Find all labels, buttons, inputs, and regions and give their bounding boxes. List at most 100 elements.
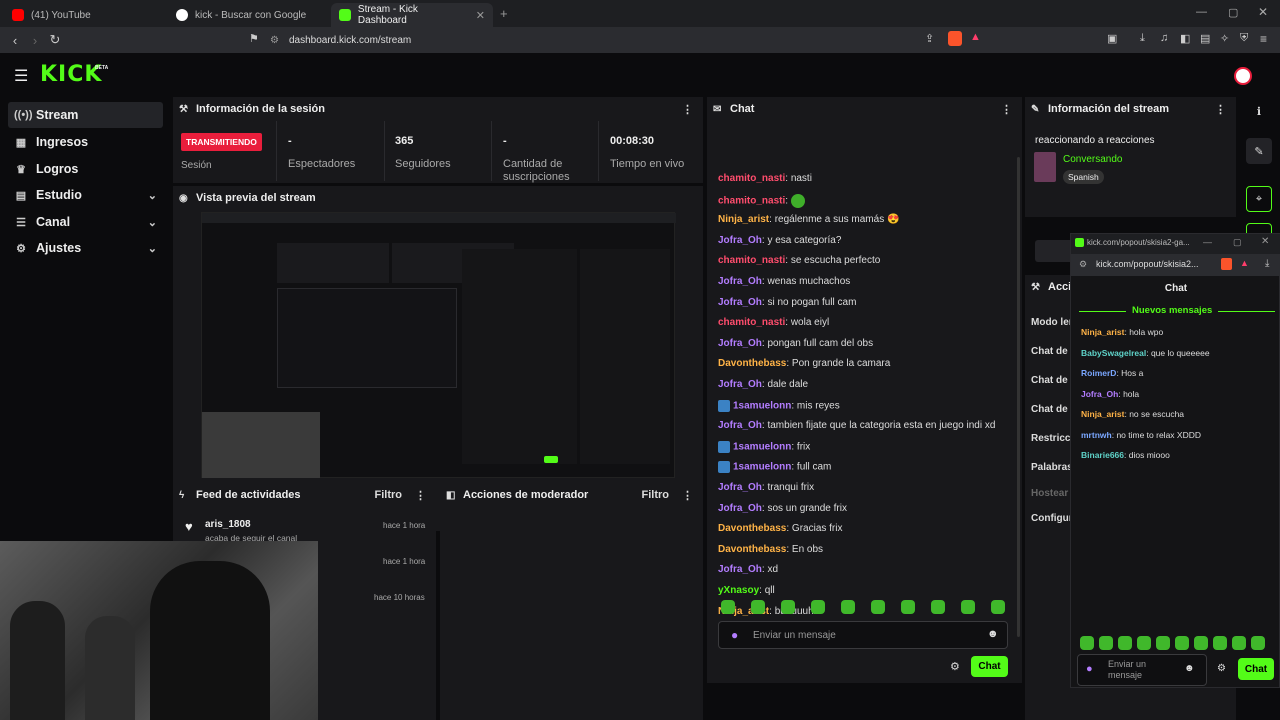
emote-icon[interactable]: [1118, 636, 1132, 650]
chat-username[interactable]: yXnasoy: [718, 585, 759, 596]
site-info-icon[interactable]: ⚙: [270, 35, 279, 46]
chat-send-button[interactable]: Chat: [971, 656, 1008, 677]
chat-username[interactable]: Jofra_Oh: [718, 420, 762, 431]
emote-icon[interactable]: [721, 600, 735, 614]
feed-user[interactable]: aris_1808: [205, 519, 251, 530]
emote-icon[interactable]: [1137, 636, 1151, 650]
chat-username[interactable]: chamito_nasti: [718, 317, 785, 328]
more-options-icon[interactable]: ⋮: [682, 489, 693, 502]
more-options-icon[interactable]: ⋮: [682, 103, 693, 116]
popout-chat-input[interactable]: ● Enviar un mensaje ☻: [1077, 654, 1207, 686]
chat-username[interactable]: Davonthebass: [718, 523, 786, 534]
download-icon[interactable]: ⤓: [1140, 32, 1145, 45]
category-name[interactable]: Conversando: [1063, 154, 1122, 165]
emote-icon[interactable]: [1213, 636, 1227, 650]
stream-info-button[interactable]: [1035, 240, 1075, 262]
screenshot-icon[interactable]: ▣: [1107, 32, 1117, 45]
chat-username[interactable]: Ninja_arist: [718, 214, 769, 225]
emote-icon[interactable]: [1232, 636, 1246, 650]
url-field[interactable]: ⚙ dashboard.kick.com/stream: [270, 30, 990, 50]
reload-icon[interactable]: ↻: [45, 32, 65, 48]
chat-username[interactable]: Jofra_Oh: [718, 235, 762, 246]
brave-shield-icon[interactable]: [948, 31, 962, 46]
emote-icon[interactable]: [901, 600, 915, 614]
filter-button[interactable]: Filtro: [642, 489, 670, 501]
emote-icon[interactable]: [931, 600, 945, 614]
more-options-icon[interactable]: ⋮: [1001, 103, 1012, 116]
maximize-icon[interactable]: ▢: [1228, 6, 1238, 19]
emote-icon[interactable]: [841, 600, 855, 614]
chat-scrollbar[interactable]: [1017, 157, 1020, 637]
site-info-icon[interactable]: ⚙: [1079, 259, 1087, 270]
microphone-icon[interactable]: ●: [731, 628, 738, 642]
rewards-icon[interactable]: ▲: [970, 31, 981, 43]
emote-icon[interactable]: [1080, 636, 1094, 650]
bookmark-icon[interactable]: ⚑: [249, 32, 259, 45]
action-item[interactable]: Modo len: [1031, 317, 1075, 328]
edit-icon[interactable]: ✎: [1246, 138, 1272, 164]
vpn-icon[interactable]: ⛨: [1240, 32, 1248, 45]
chat-username[interactable]: chamito_nasti: [718, 255, 785, 266]
chat-username[interactable]: Jofra_Oh: [1081, 389, 1118, 399]
chat-username[interactable]: Jofra_Oh: [718, 564, 762, 575]
emote-icon[interactable]: [1251, 636, 1265, 650]
chat-username[interactable]: Jofra_Oh: [718, 276, 762, 287]
microphone-icon[interactable]: ●: [1086, 663, 1093, 675]
chat-username[interactable]: mrtnwh: [1081, 430, 1112, 440]
emoji-icon[interactable]: ☻: [1184, 663, 1195, 674]
tab-kick-dashboard[interactable]: Stream - Kick Dashboard ✕: [331, 3, 493, 27]
kick-logo[interactable]: KICK: [40, 62, 102, 87]
minimize-icon[interactable]: —: [1203, 237, 1212, 247]
chat-username[interactable]: Davonthebass: [718, 358, 786, 369]
chat-username[interactable]: Ninja_arist: [1081, 409, 1124, 419]
hamburger-menu-icon[interactable]: ☰: [14, 66, 28, 86]
menu-icon[interactable]: ≡: [1260, 32, 1267, 46]
brave-shield-icon[interactable]: [1221, 258, 1232, 270]
chat-username[interactable]: Ninja_arist: [1081, 327, 1124, 337]
wallet-icon[interactable]: ▤: [1200, 32, 1210, 45]
chat-username[interactable]: Jofra_Oh: [718, 482, 762, 493]
chat-username[interactable]: Jofra_Oh: [718, 379, 762, 390]
chat-username[interactable]: RoimerD: [1081, 368, 1116, 378]
minimize-icon[interactable]: —: [1196, 6, 1207, 18]
chat-settings-icon[interactable]: ⚙: [1217, 663, 1226, 674]
chat-username[interactable]: 1samuelonn: [733, 441, 791, 452]
emote-icon[interactable]: [811, 600, 825, 614]
action-item[interactable]: Configur: [1031, 513, 1073, 524]
close-window-icon[interactable]: ✕: [1258, 5, 1268, 19]
capture-icon[interactable]: ⌖: [1246, 186, 1272, 212]
chat-username[interactable]: Binarie666: [1081, 450, 1124, 460]
popout-send-button[interactable]: Chat: [1238, 658, 1274, 680]
emoji-icon[interactable]: ☻: [987, 628, 999, 640]
chat-username[interactable]: Davonthebass: [718, 544, 786, 555]
chat-username[interactable]: Jofra_Oh: [718, 503, 762, 514]
sidebar-item-ajustes[interactable]: ⚙ Ajustes ⌄: [8, 235, 163, 261]
sidebar-item-stream[interactable]: ((•)) Stream: [8, 102, 163, 128]
action-item[interactable]: Restricci: [1031, 433, 1073, 444]
close-window-icon[interactable]: ✕: [1261, 236, 1269, 247]
chat-input[interactable]: ● Enviar un mensaje ☻: [718, 621, 1008, 649]
chat-username[interactable]: chamito_nasti: [718, 173, 785, 184]
chat-settings-icon[interactable]: ⚙: [950, 660, 960, 673]
leo-ai-icon[interactable]: ✧: [1220, 32, 1229, 45]
close-tab-icon[interactable]: ✕: [476, 9, 485, 22]
emote-icon[interactable]: [991, 600, 1005, 614]
action-item[interactable]: Palabras: [1031, 462, 1073, 473]
sidebar-item-canal[interactable]: ☰ Canal ⌄: [8, 209, 163, 235]
back-icon[interactable]: ‹: [5, 33, 25, 48]
info-icon[interactable]: ℹ: [1246, 98, 1272, 124]
tab-youtube[interactable]: (41) YouTube: [4, 3, 164, 27]
sidebar-item-estudio[interactable]: ▤ Estudio ⌄: [8, 182, 163, 208]
sidebar-item-logros[interactable]: ♛ Logros: [8, 156, 163, 182]
chat-username[interactable]: Jofra_Oh: [718, 338, 762, 349]
forward-icon[interactable]: ›: [25, 33, 45, 48]
music-icon[interactable]: ♫: [1160, 32, 1168, 44]
new-tab-icon[interactable]: +: [500, 6, 508, 21]
emote-icon[interactable]: [961, 600, 975, 614]
sidebar-toggle-icon[interactable]: ◧: [1180, 32, 1190, 45]
more-options-icon[interactable]: ⋮: [415, 489, 426, 502]
chat-username[interactable]: 1samuelonn: [733, 400, 791, 411]
chat-username[interactable]: chamito_nasti: [718, 195, 785, 206]
emote-icon[interactable]: [1099, 636, 1113, 650]
rewards-icon[interactable]: ▲: [1240, 258, 1249, 268]
